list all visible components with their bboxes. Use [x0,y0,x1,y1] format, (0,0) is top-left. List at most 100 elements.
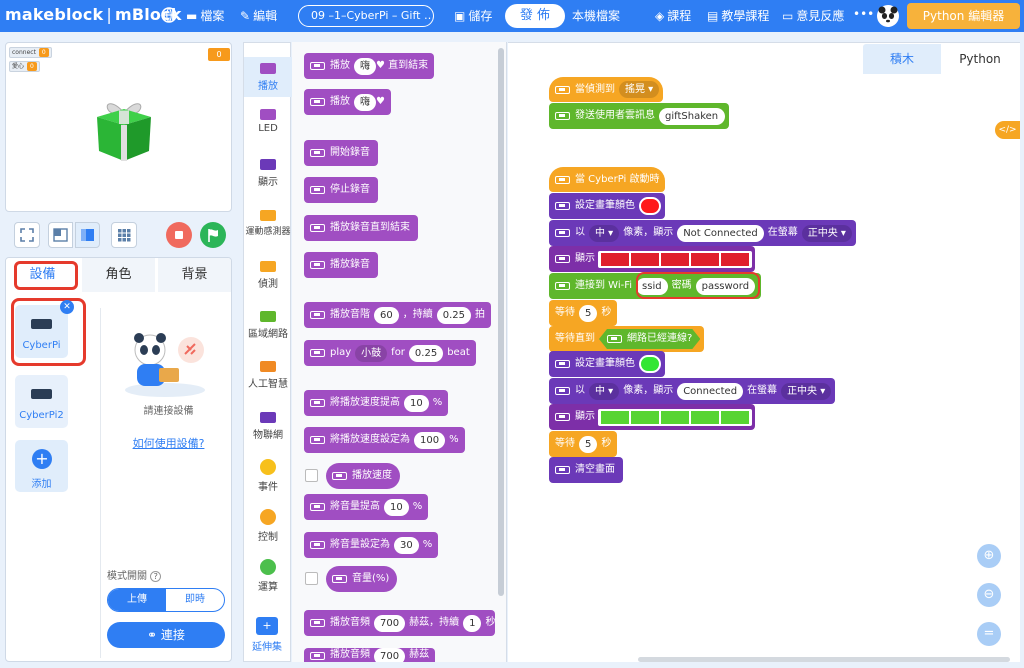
howto-link[interactable]: 如何使用設備? [106,435,231,451]
mode-upload[interactable]: 上傳 [108,589,166,611]
go-button[interactable] [200,222,226,248]
led-matrix-red[interactable] [598,250,752,268]
category-ai[interactable]: 人工智慧 [244,361,292,390]
tab-backdrops[interactable]: 背景 [158,258,231,292]
category-iot[interactable]: 物聯網 [244,412,292,441]
block-play-drum[interactable]: play 小鼓 for 0.25 beat [304,340,476,366]
shake-dropdown[interactable]: 搖晃 ▾ [619,81,660,98]
tab-python[interactable]: Python [941,44,1019,74]
device-card-cyberpi2[interactable]: CyberPi2 [15,375,68,428]
block-when-cyberpi-starts[interactable]: 當 CyberPi 啟動時 [549,167,666,192]
gift-sprite[interactable] [93,97,155,163]
block-show-led-green[interactable]: 顯示 [549,404,755,430]
zoom-out-button[interactable]: ⊖ [977,583,1001,607]
block-stop-recording[interactable]: 停止錄音 [304,177,378,203]
category-led[interactable]: LED [244,109,292,134]
block-play-frequency[interactable]: 播放音頻 700 赫茲，持續 1 秒 [304,610,496,636]
link-icon: ⚭ [147,628,161,642]
block-clear-screen[interactable]: 清空畫面 [549,457,623,483]
globe-icon[interactable] [160,6,178,24]
size-dropdown[interactable]: 中 ▾ [589,224,620,242]
save-button[interactable]: ▣ 儲存 [454,7,492,24]
mode-toggle[interactable]: 上傳 即時 [107,588,225,612]
category-motion-sensing[interactable]: 運動感測器 [244,210,292,237]
led-matrix-green[interactable] [598,408,752,426]
fullscreen-button[interactable] [14,222,40,248]
block-wait-5[interactable]: 等待 5 秒 [549,300,618,326]
courses-link[interactable]: ◈ 課程 [655,7,691,24]
tab-blocks[interactable]: 積木 [863,44,941,74]
add-device-button[interactable]: + 添加 [15,440,68,492]
category-display[interactable]: 顯示 [244,159,292,188]
local-file-button[interactable]: 本機檔案 [572,7,620,24]
monitor-checkbox-volume[interactable] [305,572,318,585]
large-stage-button[interactable] [75,222,100,248]
zoom-in-icon: ⊕ [983,548,995,563]
block-show-led-red[interactable]: 顯示 [549,246,755,272]
palette-scrollbar[interactable] [498,48,504,596]
category-operators[interactable]: 運算 [244,559,292,593]
mode-live[interactable]: 即時 [166,589,224,611]
block-when-shaken[interactable]: 當偵測到 搖晃 ▾ [549,77,664,102]
project-name-input[interactable]: 09 –1–CyberPi – Gift … [298,5,434,27]
stage[interactable]: connect 0 愛心 0 0 [5,42,232,212]
tab-sprites[interactable]: 角色 [82,258,155,292]
mode-switch-label: 模式開關 ? [107,567,162,582]
block-send-cloud-message[interactable]: 發送使用者雲訊息 giftShaken [549,103,730,129]
block-play-recording[interactable]: 播放錄音 [304,252,378,278]
size-dropdown[interactable]: 中 ▾ [589,382,620,400]
workspace-scrollbar[interactable] [638,657,1010,662]
remove-device-button[interactable]: ✕ [60,300,74,314]
connect-hint: 請連接設備 [143,406,194,417]
zoom-in-button[interactable]: ⊕ [977,544,1001,568]
block-play-frequency-2[interactable]: 播放音頻 700 赫茲 [304,648,436,662]
block-speed-reporter[interactable]: 播放速度 [326,463,400,489]
color-swatch-green[interactable] [639,355,661,373]
category-sensing[interactable]: 偵測 [244,261,292,290]
category-play[interactable]: 播放 [244,57,292,97]
monitor-checkbox-speed[interactable] [305,469,318,482]
block-volume-set[interactable]: 將音量設定為 30% [304,532,439,558]
zoom-reset-button[interactable]: = [977,622,1001,646]
feedback-link[interactable]: ▭ 意見反應 [782,7,844,24]
position-dropdown[interactable]: 正中央 ▾ [781,382,832,400]
block-volume-reporter[interactable]: 音量(%) [326,566,398,592]
block-speed-up[interactable]: 將播放速度提高 10% [304,390,449,416]
menu-edit[interactable]: ✎ 編輯 [240,7,277,24]
block-print-connected[interactable]: 以中 ▾ 像素，顯示 Connected 在螢幕 正中央 ▾ [549,378,836,404]
extensions-button[interactable]: + 延伸集 [244,611,290,663]
category-events[interactable]: 事件 [244,459,292,493]
block-play-until-done[interactable]: 播放嗨 ♥ 直到結束 [304,53,435,79]
color-swatch-red[interactable] [639,197,661,215]
python-editor-button[interactable]: Python 編輯器 [907,3,1020,29]
help-icon[interactable]: ? [150,571,162,582]
publish-button[interactable]: 發 佈 [505,4,565,28]
block-volume-up[interactable]: 將音量提高 10% [304,494,429,520]
block-start-recording[interactable]: 開始錄音 [304,140,378,166]
user-avatar[interactable] [876,4,900,28]
block-print-not-connected[interactable]: 以中 ▾ 像素，顯示 Not Connected 在螢幕 正中央 ▾ [549,220,856,246]
small-stage-button[interactable] [48,222,73,248]
category-lan[interactable]: 區域網路 [244,311,292,340]
block-play-note[interactable]: 播放音階 60 ，持續 0.25 拍 [304,302,491,328]
code-panel-toggle[interactable]: </> [995,121,1020,139]
category-control[interactable]: 控制 [244,509,292,543]
block-set-pen-color-green[interactable]: 設定畫筆顏色 [549,351,665,377]
block-wait-until[interactable]: 等待直到 網路已經連線? [549,326,705,352]
more-menu[interactable]: ••• [853,7,874,21]
category-operators-icon [260,559,276,575]
connect-button[interactable]: ⚭ 連接 [107,622,225,648]
block-wait-5-second[interactable]: 等待 5 秒 [549,431,618,457]
block-set-pen-color-red[interactable]: 設定畫筆顏色 [549,193,665,219]
block-play[interactable]: 播放嗨 ♥ [304,89,391,115]
block-speed-set[interactable]: 將播放速度設定為 100% [304,427,465,453]
grid-view-button[interactable] [111,222,137,248]
block-play-recording-until-done[interactable]: 播放錄音直到結束 [304,215,418,241]
stop-button[interactable] [166,222,192,248]
network-connected-condition[interactable]: 網路已經連線? [599,329,700,349]
cyberpi-block-icon [555,112,570,120]
tutorials-link[interactable]: ▤ 教學課程 [707,7,769,24]
menu-file[interactable]: ▬ 檔案 [186,7,224,24]
zoom-reset-icon: = [983,626,995,641]
position-dropdown[interactable]: 正中央 ▾ [801,224,852,242]
